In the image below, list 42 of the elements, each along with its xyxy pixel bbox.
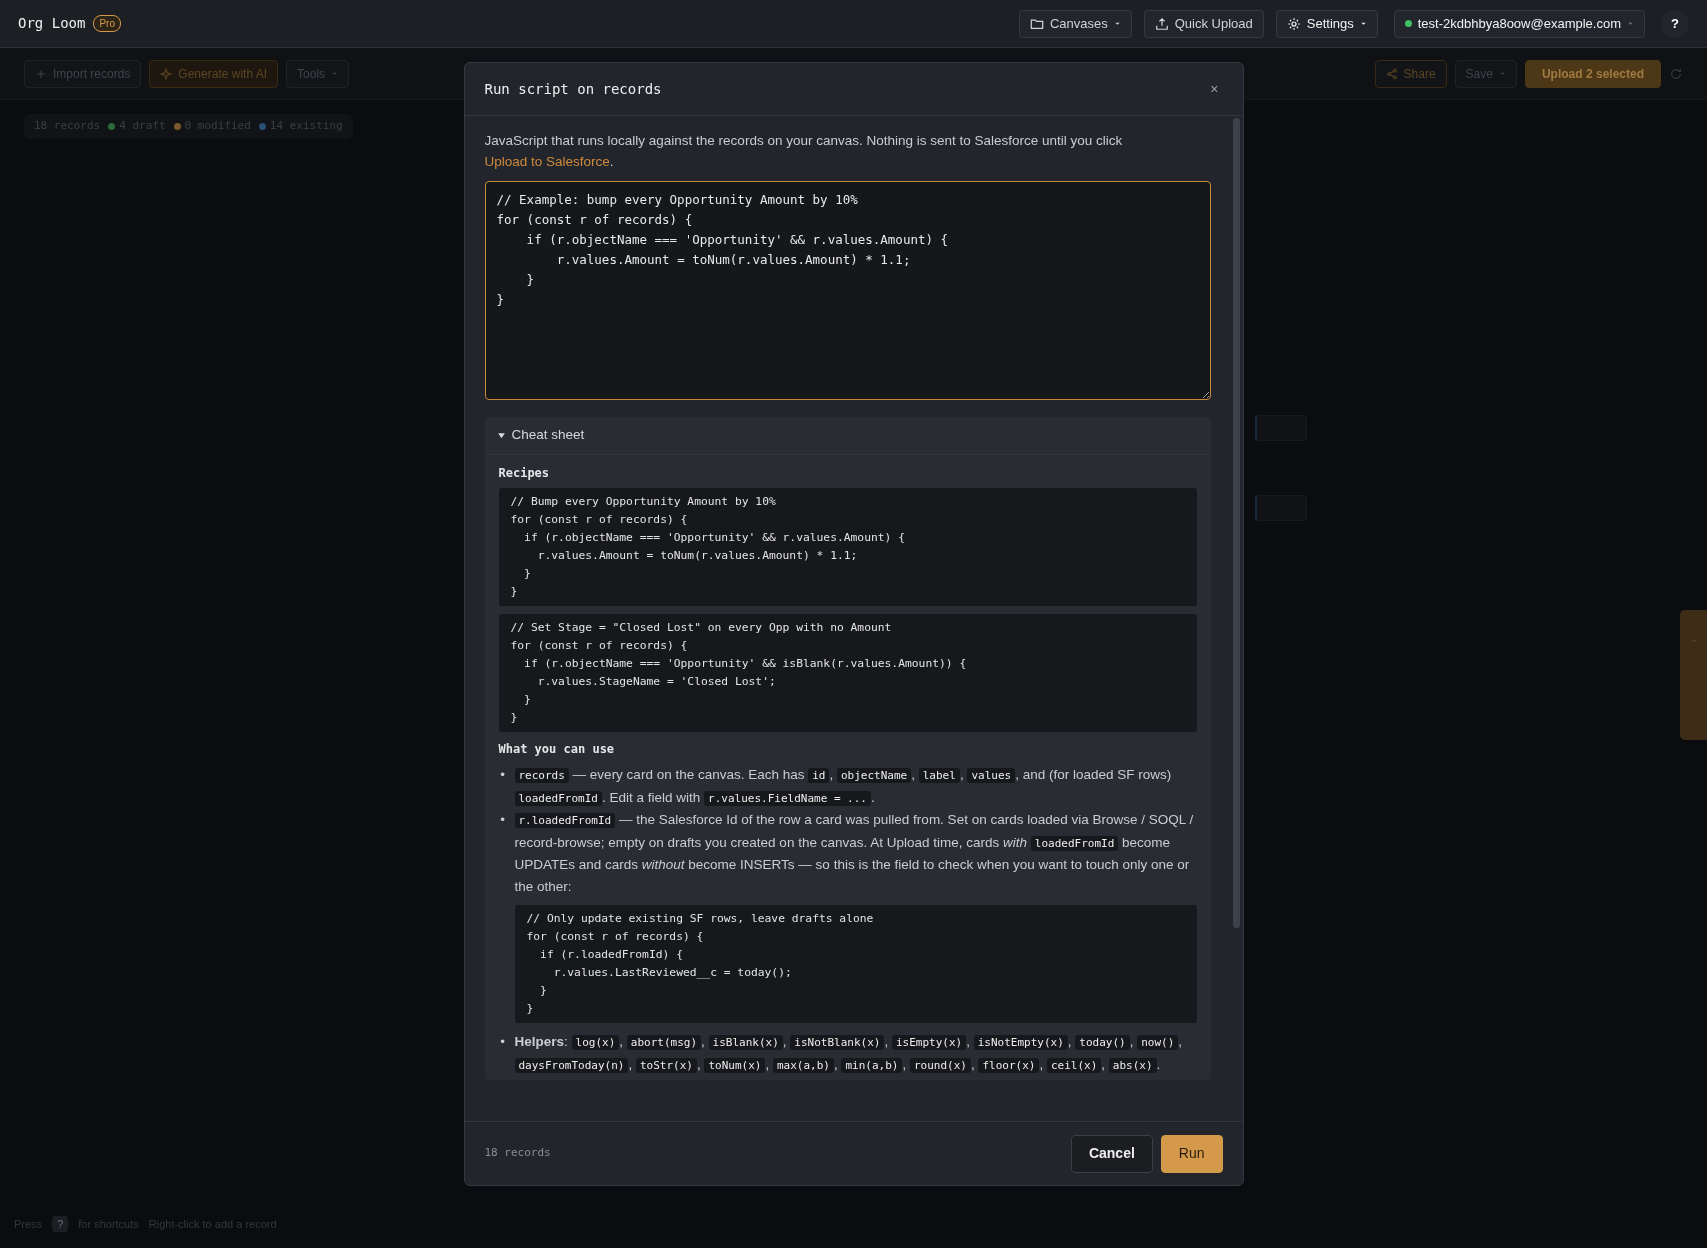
upload-icon	[1154, 16, 1169, 31]
caret-icon	[1498, 70, 1506, 77]
bullet-marker: •	[499, 766, 506, 784]
plus-icon	[35, 67, 47, 80]
scrollbar[interactable]	[1232, 118, 1240, 928]
record-card[interactable]	[1255, 495, 1307, 521]
code-block: // Set Stage = "Closed Lost" on every Opp with no Amount for (const r of records) { if (r.objectName === 'Opportunity' && isBlank(r.values.Amount)) { r.values.StageName = 'Closed Lost'; } }	[498, 614, 1197, 732]
app-title: Org Loom	[18, 14, 86, 33]
bullet-text: records — every card on the canvas. Each has id , objectName , label , values , and (for loaded SF rows) loadedFromId . Edit a field with r.values.FieldName = ... .	[514, 764, 1197, 809]
cheat-sheet-toggle[interactable]: Cheat sheet	[484, 417, 1211, 455]
header-button[interactable]: Settings	[1275, 9, 1378, 38]
script-editor[interactable]: // Example: bump every Opportunity Amount by 10% for (const r of records) { if (r.objectName === 'Opportunity' && r.values.Amount) { r.values.Amount = toNum(r.values.Amount) * 1.1; } }	[484, 181, 1211, 400]
header-button[interactable]: Quick Upload	[1143, 9, 1264, 38]
description-text: JavaScript that runs locally against the records on your canvas. Nothing is sent to Salesforce until you click Upload to Salesforce.	[484, 132, 1124, 171]
refresh-icon	[1669, 66, 1683, 81]
bullet-text: Helpers: log(x) , abort(msg) , isBlank(x) , isNotBlank(x) , isEmpty(x) , isNotEmpty(x) , today() , now() , daysFromToday(n) , toStr(x) , toNum(x) , max(a,b) , min(a,b) , round(x) , floor(x) , ceil(x) , abs(x) .	[514, 1033, 1184, 1075]
section-heading: Recipes	[498, 465, 551, 482]
side-tab[interactable]	[1680, 610, 1707, 740]
upload-link[interactable]: Upload to Salesforce	[484, 154, 610, 169]
code-block: // Bump every Opportunity Amount by 10% for (const r of records) { if (r.objectName === 'Opportunity' && r.values.Amount) { r.values.Amount = toNum(r.values.Amount) * 1.1; } }	[498, 488, 1197, 606]
account-button[interactable]: test-2kdbhbya8oow@example.com	[1393, 9, 1645, 38]
settings-icon	[1286, 16, 1301, 31]
plan-badge: Pro	[93, 15, 121, 32]
folder-icon	[1029, 16, 1044, 31]
sparkle-icon	[160, 67, 173, 80]
record-card[interactable]	[1255, 415, 1307, 441]
bullet-marker: •	[499, 1033, 506, 1051]
share-icon	[1385, 67, 1398, 80]
key-hint: ?	[52, 1215, 69, 1232]
caret-icon	[1627, 20, 1634, 27]
bullet-marker: •	[499, 811, 506, 829]
bullet-text: r.loadedFromId — the Salesforce Id of the row a card was pulled from. Set on cards loaded via Browse / SOQL / record-browse; empty on drafts you created on the canvas. At Upload time, cards with loadedFromId become UPDATEs and cards without become INSERTs — so this is the field to check when you want to touch only one or the other:	[514, 811, 1195, 896]
close-button[interactable]: ×	[1206, 78, 1223, 100]
header-button[interactable]: Canvases	[1018, 9, 1132, 38]
dialog-title: Run script on records	[484, 80, 662, 98]
run-button[interactable]: Run	[1160, 1134, 1223, 1173]
record-count: 18 records	[484, 1145, 551, 1162]
cancel-button[interactable]: Cancel	[1070, 1134, 1153, 1173]
help-button[interactable]: ?	[1661, 9, 1689, 38]
section-heading: What you can use	[498, 741, 616, 758]
code-block: // Only update existing SF rows, leave drafts alone for (const r of records) { if (r.loadedFromId) { r.values.LastReviewed__c = today(); } }	[514, 905, 1197, 1023]
caret-icon	[331, 70, 339, 77]
